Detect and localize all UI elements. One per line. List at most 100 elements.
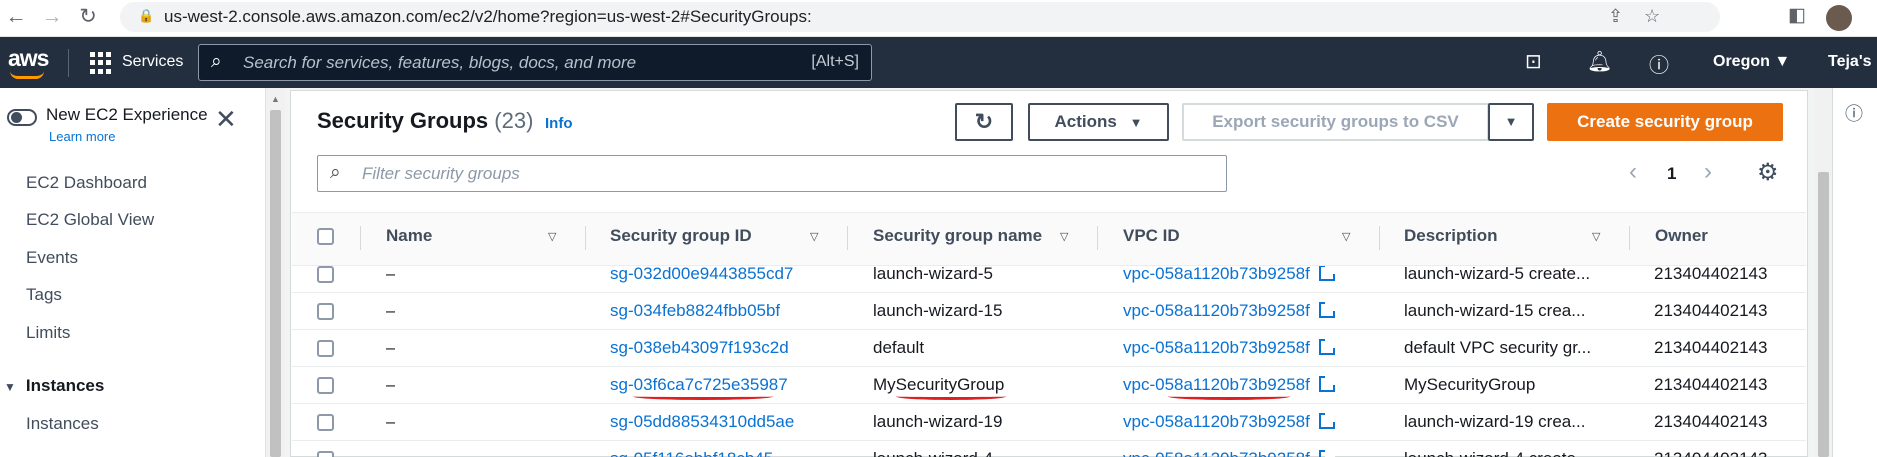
column-header-name[interactable]: Name — [386, 226, 432, 246]
row-checkbox[interactable] — [317, 377, 334, 394]
help-icon[interactable]: ⓘ — [1649, 49, 1669, 78]
column-header-vpc-id[interactable]: VPC ID — [1123, 226, 1180, 246]
refresh-icon: ↻ — [974, 109, 994, 134]
table-row[interactable]: – sg-034feb8824fbb05bf launch-wizard-15 … — [292, 293, 1806, 330]
external-link-icon[interactable] — [1318, 301, 1335, 318]
page-number[interactable]: 1 — [1667, 164, 1676, 184]
create-security-group-button[interactable]: Create security group — [1547, 103, 1783, 141]
cell-description: launch-wizard-4 create... — [1404, 449, 1604, 457]
browser-toolbar: ← → ↻ 🔒 us-west-2.console.aws.amazon.com… — [0, 0, 1877, 37]
scrollbar-thumb[interactable] — [270, 110, 281, 457]
sidebar-item-tags[interactable]: Tags — [26, 285, 62, 305]
user-menu[interactable]: Teja's — [1828, 53, 1872, 71]
cell-sg-id[interactable]: sg-034feb8824fbb05bf — [610, 301, 780, 321]
cell-owner: 213404402143 — [1654, 412, 1768, 431]
services-grid-icon[interactable] — [90, 52, 112, 74]
row-checkbox[interactable] — [317, 266, 334, 283]
aws-logo[interactable]: aws — [8, 45, 49, 72]
sidebar-item-limits[interactable]: Limits — [26, 323, 70, 343]
share-icon[interactable]: ⇪ — [1608, 6, 1623, 27]
actions-button[interactable]: Actions ▼ — [1028, 103, 1169, 141]
external-link-icon[interactable] — [1318, 375, 1335, 392]
filter-box[interactable]: ⌕ — [317, 155, 1227, 192]
sidebar-item-events[interactable]: Events — [26, 248, 78, 268]
cell-name: – — [386, 412, 396, 431]
region-selector[interactable]: Oregon ▼ — [1713, 53, 1790, 71]
sidebar-item-ec2-global-view[interactable]: EC2 Global View — [26, 210, 154, 230]
export-dropdown-button[interactable]: ▼ — [1488, 103, 1534, 141]
cell-vpc-id[interactable]: vpc-058a1120b73b9258f — [1123, 412, 1335, 432]
next-page-icon[interactable]: › — [1704, 158, 1712, 186]
global-search[interactable]: ⌕ [Alt+S] — [198, 44, 872, 81]
learn-more-link[interactable]: Learn more — [49, 129, 115, 144]
export-csv-button[interactable]: Export security groups to CSV — [1182, 103, 1489, 141]
sidepanel-icon[interactable]: ◧ — [1788, 4, 1806, 27]
row-checkbox[interactable] — [317, 303, 334, 320]
table-row[interactable]: – sg-05f116ebbf18cb45 launch-wizard-4 vp… — [292, 441, 1806, 457]
table-row[interactable]: – sg-03f6ca7c725e35987 MySecurityGroup v… — [292, 367, 1806, 404]
previous-page-icon[interactable]: ‹ — [1629, 158, 1637, 186]
external-link-icon[interactable] — [1318, 266, 1335, 281]
gear-icon[interactable]: ⚙ — [1757, 158, 1779, 187]
export-label: Export security groups to CSV — [1212, 112, 1459, 131]
cell-vpc-id[interactable]: vpc-058a1120b73b9258f — [1123, 449, 1335, 457]
column-divider — [360, 226, 361, 250]
search-input[interactable] — [241, 50, 741, 76]
external-link-icon[interactable] — [1318, 412, 1335, 429]
address-bar[interactable]: 🔒 us-west-2.console.aws.amazon.com/ec2/v… — [120, 2, 1720, 32]
cell-vpc-id[interactable]: vpc-058a1120b73b9258f — [1123, 301, 1335, 321]
url-text: us-west-2.console.aws.amazon.com/ec2/v2/… — [164, 7, 812, 26]
table-row[interactable]: – sg-05dd88534310dd5ae launch-wizard-19 … — [292, 404, 1806, 441]
cell-owner: 213404402143 — [1654, 449, 1767, 457]
cell-vpc-id[interactable]: vpc-058a1120b73b9258f — [1123, 375, 1335, 395]
back-arrow-icon[interactable]: ← — [2, 3, 30, 31]
profile-avatar[interactable] — [1826, 5, 1852, 31]
cell-sg-id[interactable]: sg-03f6ca7c725e35987 — [610, 375, 788, 395]
cell-sg-id[interactable]: sg-05dd88534310dd5ae — [610, 412, 794, 432]
close-icon[interactable]: ✕ — [215, 104, 237, 135]
column-header-sg-name[interactable]: Security group name — [873, 226, 1042, 246]
cell-sg-id[interactable]: sg-038eb43097f193c2d — [610, 338, 789, 358]
table-row[interactable]: – sg-038eb43097f193c2d default vpc-058a1… — [292, 330, 1806, 367]
filter-input[interactable] — [360, 161, 1160, 187]
external-link-icon[interactable] — [1318, 338, 1335, 355]
table-row[interactable]: – sg-032d00e9443855cd7 launch-wizard-5 v… — [292, 266, 1806, 293]
select-all-checkbox[interactable] — [317, 228, 334, 245]
row-checkbox[interactable] — [317, 340, 334, 357]
info-link[interactable]: Info — [545, 115, 573, 132]
info-icon[interactable]: ⓘ — [1845, 100, 1863, 126]
cloudshell-icon[interactable]: ⊡ — [1525, 49, 1542, 74]
reload-icon[interactable]: ↻ — [74, 3, 102, 31]
sort-icon[interactable]: ▽ — [548, 230, 556, 243]
sort-icon[interactable]: ▽ — [1060, 230, 1068, 243]
external-link-icon[interactable] — [1318, 449, 1335, 457]
new-experience-toggle[interactable] — [7, 109, 37, 126]
bell-icon[interactable]: 🔔︎ — [1587, 49, 1612, 74]
sidebar-item-instances[interactable]: Instances — [26, 414, 99, 434]
row-checkbox[interactable] — [317, 451, 334, 457]
aws-logo-smile — [10, 71, 44, 79]
forward-arrow-icon[interactable]: → — [38, 3, 66, 31]
sidebar-section-instances[interactable]: ▼ Instances — [4, 376, 104, 396]
main-scrollbar[interactable] — [1815, 88, 1832, 457]
sidebar-scrollbar[interactable]: ▲ — [265, 88, 285, 457]
scrollbar-thumb[interactable] — [1818, 172, 1829, 457]
cell-vpc-id[interactable]: vpc-058a1120b73b9258f — [1123, 266, 1335, 284]
refresh-button[interactable]: ↻ — [955, 103, 1013, 141]
row-checkbox[interactable] — [317, 414, 334, 431]
column-header-description[interactable]: Description — [1404, 226, 1498, 246]
sort-icon[interactable]: ▽ — [1592, 230, 1600, 243]
vpc-id-text: vpc-058a1120b73b9258f — [1123, 266, 1310, 283]
star-icon[interactable]: ☆ — [1644, 6, 1660, 27]
cell-sg-id[interactable]: sg-05f116ebbf18cb45 — [610, 449, 773, 457]
cell-sg-name: launch-wizard-5 — [873, 266, 993, 283]
sort-icon[interactable]: ▽ — [810, 230, 818, 243]
column-header-owner[interactable]: Owner — [1655, 226, 1708, 246]
scroll-up-icon[interactable]: ▲ — [271, 94, 280, 104]
cell-vpc-id[interactable]: vpc-058a1120b73b9258f — [1123, 338, 1335, 358]
cell-sg-id[interactable]: sg-032d00e9443855cd7 — [610, 266, 793, 284]
services-menu[interactable]: Services — [122, 53, 183, 71]
sort-icon[interactable]: ▽ — [1342, 230, 1350, 243]
sidebar-item-ec2-dashboard[interactable]: EC2 Dashboard — [26, 173, 147, 193]
column-header-sg-id[interactable]: Security group ID — [610, 226, 752, 246]
